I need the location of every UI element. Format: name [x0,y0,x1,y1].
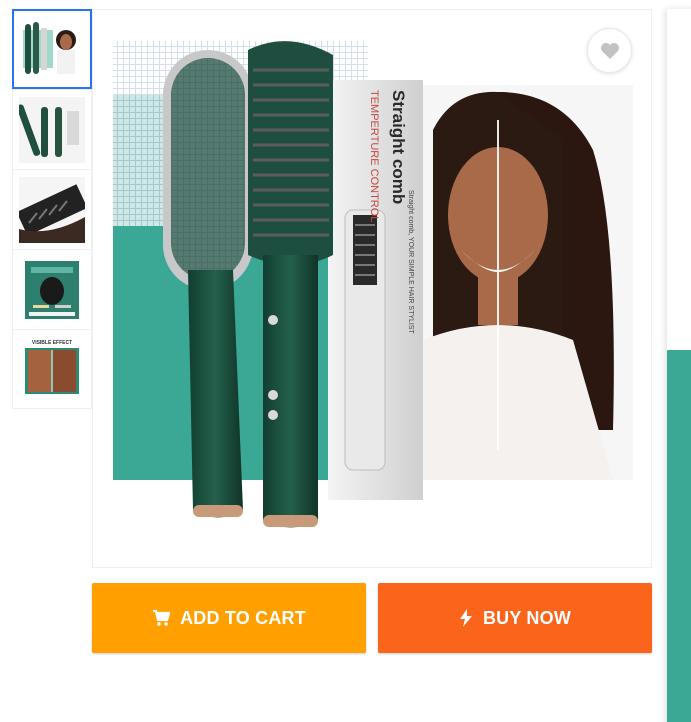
thumb-comb-closeup[interactable] [12,169,92,249]
thumb-visible-effect[interactable]: VISIBLE EFFECT [12,329,92,409]
thumb-usage-demo[interactable] [12,249,92,329]
heart-icon [600,42,619,59]
thumb-model-with-comb[interactable] [12,9,92,89]
add-to-cart-button[interactable]: ADD TO CART [92,583,366,653]
lightning-icon [459,609,473,627]
thumb-comb-set-image [19,96,85,163]
thumb-visible-effect-image: VISIBLE EFFECT [19,336,85,402]
thumb-model-with-comb-image [19,16,85,82]
thumb-usage-demo-image [19,256,85,323]
thumbnail-list: VISIBLE EFFECT [12,9,92,409]
buy-now-button[interactable]: BUY NOW [378,583,652,653]
wishlist-button[interactable] [587,28,632,73]
right-panel-image-edge [667,350,691,722]
thumb-comb-closeup-image [19,176,85,243]
cart-icon [152,609,171,627]
box-side-text: TEMPERTURE CONTROL [368,90,380,222]
main-product-image[interactable]: Straight comb TEMPERTURE CONTROL Straigh… [93,10,651,567]
add-to-cart-label: ADD TO CART [180,607,306,628]
thumb-comb-set[interactable] [12,89,92,169]
buy-now-label: BUY NOW [482,607,572,628]
main-image-panel: Straight comb TEMPERTURE CONTROL Straigh… [92,9,652,568]
thumb-visible-effect-caption: VISIBLE EFFECT [32,340,72,346]
box-subtext: Straight comb, YOUR SIMPLE HAIR STYLIST [407,190,414,335]
box-brand-text: Straight comb [389,90,408,204]
